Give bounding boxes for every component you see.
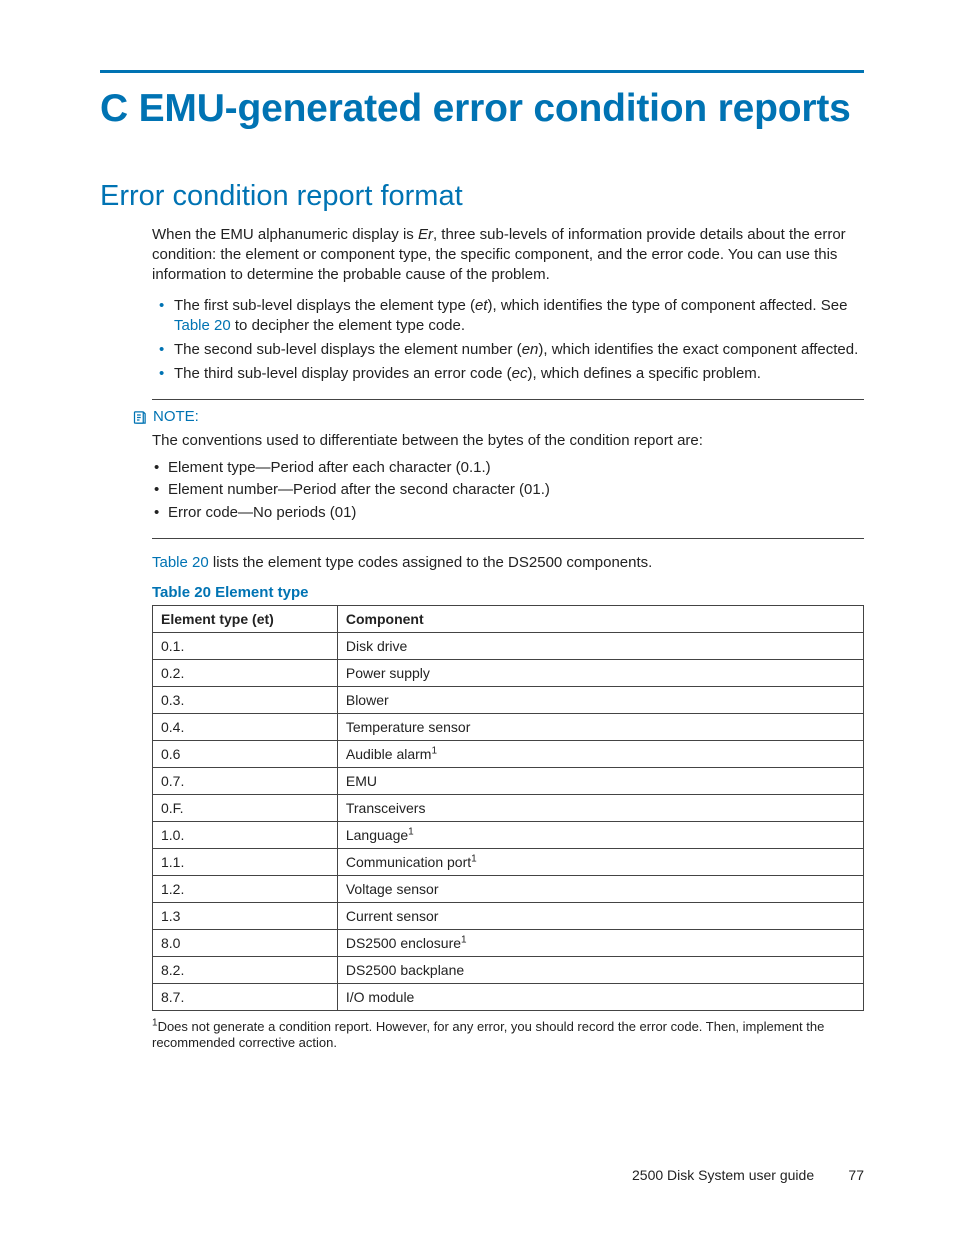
table-row: 0.7.EMU <box>153 767 864 794</box>
cell-element-type: 8.7. <box>153 983 338 1010</box>
table-row: 1.1.Communication port1 <box>153 848 864 875</box>
after-note-paragraph: Table 20 lists the element type codes as… <box>152 553 864 573</box>
footnote-ref: 1 <box>471 853 477 864</box>
note-label: NOTE: <box>153 408 199 425</box>
note-icon <box>132 410 147 425</box>
cell-element-type: 1.1. <box>153 848 338 875</box>
table-row: 8.2.DS2500 backplane <box>153 956 864 983</box>
page-number: 77 <box>818 1167 864 1183</box>
cell-element-type: 1.3 <box>153 902 338 929</box>
sublevel-list: The first sub-level displays the element… <box>152 296 864 385</box>
text: The first sub-level displays the element… <box>174 297 475 314</box>
cell-element-type: 0.2. <box>153 659 338 686</box>
text-italic: Er <box>418 226 433 243</box>
cell-element-type: 1.2. <box>153 875 338 902</box>
text: ), which identifies the type of componen… <box>487 297 847 314</box>
footnote-ref: 1 <box>431 745 437 756</box>
text-italic: et <box>475 297 488 314</box>
text: The second sub-level displays the elemen… <box>174 341 522 358</box>
note-list: Element type—Period after each character… <box>152 457 864 525</box>
text-italic: ec <box>512 365 528 382</box>
intro-paragraph: When the EMU alphanumeric display is Er,… <box>152 225 864 286</box>
table-row: 8.7.I/O module <box>153 983 864 1010</box>
table-row: 1.2.Voltage sensor <box>153 875 864 902</box>
list-item: Error code—No periods (01) <box>152 502 864 525</box>
cell-component: DS2500 enclosure1 <box>337 929 863 956</box>
cell-element-type: 0.6 <box>153 740 338 767</box>
list-item: Element number—Period after the second c… <box>152 479 864 502</box>
table-20-link[interactable]: Table 20 <box>152 554 209 571</box>
cell-element-type: 0.3. <box>153 686 338 713</box>
table-row: 0.4.Temperature sensor <box>153 713 864 740</box>
cell-component: Temperature sensor <box>337 713 863 740</box>
text: lists the element type codes assigned to… <box>209 554 653 571</box>
table-caption: Table 20 Element type <box>152 584 864 601</box>
cell-component: Language1 <box>337 821 863 848</box>
table-20-link[interactable]: Table 20 <box>174 317 231 334</box>
element-type-table: Element type (et) Component 0.1.Disk dri… <box>152 605 864 1011</box>
cell-element-type: 0.4. <box>153 713 338 740</box>
footnote-ref: 1 <box>461 934 467 945</box>
cell-component: Blower <box>337 686 863 713</box>
cell-component: EMU <box>337 767 863 794</box>
cell-element-type: 8.0 <box>153 929 338 956</box>
cell-element-type: 0.7. <box>153 767 338 794</box>
text: to decipher the element type code. <box>231 317 465 334</box>
list-item: The first sub-level displays the element… <box>152 296 864 337</box>
table-row: 0.F.Transceivers <box>153 794 864 821</box>
table-row: 0.2.Power supply <box>153 659 864 686</box>
section-title: Error condition report format <box>100 180 864 213</box>
cell-component: Disk drive <box>337 632 863 659</box>
note-lead: The conventions used to differentiate be… <box>152 431 864 451</box>
table-header: Element type (et) <box>153 605 338 632</box>
cell-component: Audible alarm1 <box>337 740 863 767</box>
list-item: The third sub-level display provides an … <box>152 364 864 384</box>
text-italic: en <box>522 341 539 358</box>
cell-element-type: 0.1. <box>153 632 338 659</box>
table-row: 1.0.Language1 <box>153 821 864 848</box>
table-row: 8.0DS2500 enclosure1 <box>153 929 864 956</box>
cell-component: Voltage sensor <box>337 875 863 902</box>
table-row: 0.1.Disk drive <box>153 632 864 659</box>
table-header: Component <box>337 605 863 632</box>
table-row: 0.6Audible alarm1 <box>153 740 864 767</box>
cell-component: Power supply <box>337 659 863 686</box>
text: When the EMU alphanumeric display is <box>152 226 418 243</box>
table-row: 1.3Current sensor <box>153 902 864 929</box>
guide-name: 2500 Disk System user guide <box>632 1167 814 1183</box>
text: The third sub-level display provides an … <box>174 365 512 382</box>
appendix-title: C EMU-generated error condition reports <box>100 87 864 132</box>
cell-component: Communication port1 <box>337 848 863 875</box>
list-item: The second sub-level displays the elemen… <box>152 340 864 360</box>
cell-element-type: 8.2. <box>153 956 338 983</box>
footnote-text: Does not generate a condition report. Ho… <box>152 1019 824 1051</box>
footnote-ref: 1 <box>408 826 414 837</box>
footnote: 1Does not generate a condition report. H… <box>152 1019 864 1053</box>
cell-component: DS2500 backplane <box>337 956 863 983</box>
note-block: NOTE: The conventions used to differenti… <box>152 399 864 540</box>
table-row: 0.3.Blower <box>153 686 864 713</box>
cell-element-type: 0.F. <box>153 794 338 821</box>
text: ), which identifies the exact component … <box>538 341 858 358</box>
cell-component: Current sensor <box>337 902 863 929</box>
cell-element-type: 1.0. <box>153 821 338 848</box>
cell-component: Transceivers <box>337 794 863 821</box>
list-item: Element type—Period after each character… <box>152 457 864 480</box>
cell-component: I/O module <box>337 983 863 1010</box>
top-rule <box>100 70 864 73</box>
page-footer: 2500 Disk System user guide 77 <box>100 1167 864 1183</box>
text: ), which defines a specific problem. <box>528 365 761 382</box>
